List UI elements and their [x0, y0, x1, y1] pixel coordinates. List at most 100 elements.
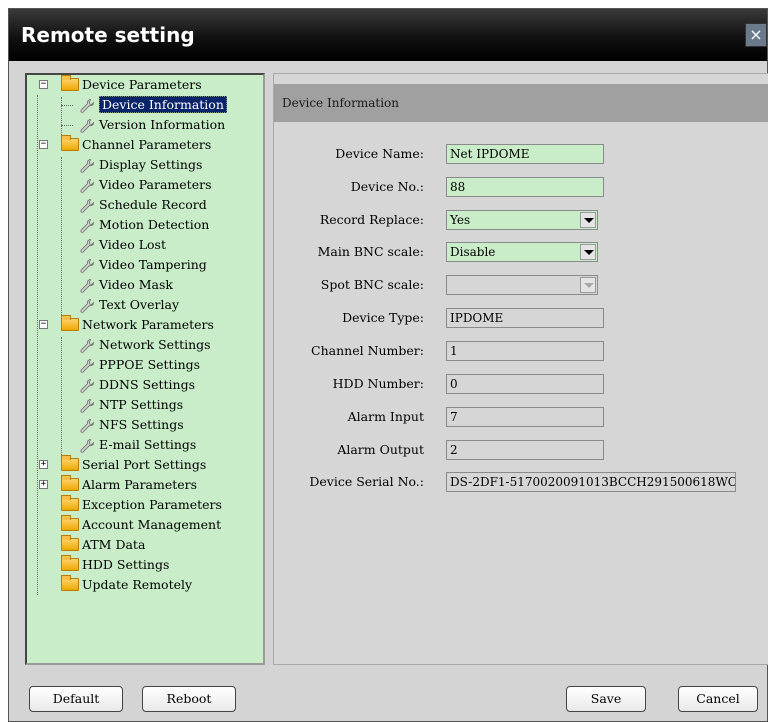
tree-item-device-parameters[interactable]: − Device Parameters	[39, 75, 202, 95]
tree-item-label: ATM Data	[82, 537, 146, 552]
tree-item-label: PPPOE Settings	[99, 357, 201, 372]
tree-item-atm-data[interactable]: ATM Data	[61, 535, 145, 555]
section-header: Device Information	[274, 84, 768, 122]
record-replace-value: Yes	[450, 213, 471, 227]
tree-item-version-information[interactable]: Version Information	[79, 115, 225, 135]
tree-item-label: Device Information	[99, 96, 227, 113]
tree-item-label: Network Settings	[99, 337, 211, 352]
device-no-field[interactable]: 88	[446, 177, 604, 197]
alarm-input-field: 7	[446, 407, 604, 427]
chevron-down-icon[interactable]	[580, 244, 596, 260]
tree-item-video-mask[interactable]: Video Mask	[79, 275, 173, 295]
tree-item-label: Motion Detection	[99, 217, 210, 232]
collapse-icon[interactable]: −	[39, 80, 48, 89]
cancel-button[interactable]: Cancel	[678, 686, 758, 712]
spot-bnc-scale-select	[446, 275, 598, 295]
tree-item-label: Alarm Parameters	[82, 477, 198, 492]
expand-icon[interactable]: +	[39, 460, 48, 469]
wrench-icon	[79, 98, 95, 114]
collapse-icon[interactable]: −	[39, 320, 48, 329]
spot-bnc-scale-label: Spot BNC scale:	[320, 277, 424, 292]
close-button[interactable]: ×	[745, 23, 767, 47]
expand-icon[interactable]: +	[39, 480, 48, 489]
tree-item-label: NTP Settings	[99, 397, 184, 412]
tree-item-account-management[interactable]: Account Management	[61, 515, 221, 535]
folder-icon	[61, 575, 79, 591]
tree-item-label: Serial Port Settings	[82, 457, 207, 472]
wrench-icon	[79, 258, 95, 274]
tree-item-motion-detection[interactable]: Motion Detection	[79, 215, 209, 235]
folder-icon	[61, 135, 79, 151]
title-bar[interactable]: Remote setting ×	[9, 9, 767, 61]
tree-item-network-settings[interactable]: Network Settings	[79, 335, 211, 355]
hdd-number-field: 0	[446, 374, 604, 394]
tree-item-email-settings[interactable]: E-mail Settings	[79, 435, 196, 455]
tree-item-label: Text Overlay	[99, 297, 180, 312]
folder-icon	[61, 315, 79, 331]
tree-item-label: Account Management	[82, 517, 222, 532]
wrench-icon	[79, 378, 95, 394]
tree-item-ddns-settings[interactable]: DDNS Settings	[79, 375, 195, 395]
settings-tree[interactable]: − Device Parameters Device Information V…	[25, 73, 265, 665]
tree-item-serial-port-settings[interactable]: + Serial Port Settings	[39, 455, 207, 475]
device-serial-no-field: DS-2DF1-5170020091013BCCH291500618WC	[446, 472, 736, 492]
tree-item-display-settings[interactable]: Display Settings	[79, 155, 202, 175]
tree-item-hdd-settings[interactable]: HDD Settings	[61, 555, 169, 575]
tree-item-label: Exception Parameters	[82, 497, 222, 512]
tree-item-nfs-settings[interactable]: NFS Settings	[79, 415, 184, 435]
device-type-label: Device Type:	[342, 310, 424, 325]
tree-item-text-overlay[interactable]: Text Overlay	[79, 295, 179, 315]
tree-item-ntp-settings[interactable]: NTP Settings	[79, 395, 183, 415]
wrench-icon	[79, 298, 95, 314]
tree-item-video-tampering[interactable]: Video Tampering	[79, 255, 207, 275]
tree-item-label: Network Parameters	[82, 317, 214, 332]
tree-item-label: Video Mask	[99, 277, 173, 292]
wrench-icon	[79, 178, 95, 194]
tree-item-video-lost[interactable]: Video Lost	[79, 235, 166, 255]
wrench-icon	[79, 118, 95, 134]
wrench-icon	[79, 158, 95, 174]
folder-icon	[61, 555, 79, 571]
main-bnc-scale-select[interactable]: Disable	[446, 242, 598, 262]
device-name-field[interactable]: Net IPDOME	[446, 144, 604, 164]
tree-item-alarm-parameters[interactable]: + Alarm Parameters	[39, 475, 198, 495]
default-button[interactable]: Default	[29, 686, 123, 712]
channel-number-field: 1	[446, 341, 604, 361]
wrench-icon	[79, 198, 95, 214]
hdd-number-label: HDD Number:	[332, 376, 424, 391]
tree-item-channel-parameters[interactable]: − Channel Parameters	[39, 135, 211, 155]
tree-item-exception-parameters[interactable]: Exception Parameters	[61, 495, 222, 515]
alarm-input-label: Alarm Input	[347, 409, 424, 424]
record-replace-label: Record Replace:	[319, 212, 424, 227]
tree-item-video-parameters[interactable]: Video Parameters	[79, 175, 212, 195]
alarm-output-field: 2	[446, 440, 604, 460]
wrench-icon	[79, 398, 95, 414]
tree-item-device-information[interactable]: Device Information	[79, 95, 227, 115]
tree-item-schedule-record[interactable]: Schedule Record	[79, 195, 207, 215]
record-replace-select[interactable]: Yes	[446, 210, 598, 230]
tree-item-label: HDD Settings	[82, 557, 170, 572]
wrench-icon	[79, 418, 95, 434]
wrench-icon	[79, 218, 95, 234]
device-no-label: Device No.:	[350, 179, 424, 194]
save-button[interactable]: Save	[566, 686, 646, 712]
folder-icon	[61, 475, 79, 491]
wrench-icon	[79, 238, 95, 254]
folder-icon	[61, 515, 79, 531]
collapse-icon[interactable]: −	[39, 140, 48, 149]
device-type-field: IPDOME	[446, 308, 604, 328]
tree-item-update-remotely[interactable]: Update Remotely	[61, 575, 192, 595]
tree-item-label: DDNS Settings	[99, 377, 195, 392]
tree-item-label: Video Tampering	[99, 257, 207, 272]
main-bnc-scale-label: Main BNC scale:	[317, 244, 424, 259]
chevron-down-icon[interactable]	[580, 212, 596, 228]
tree-item-label: Version Information	[99, 117, 226, 132]
reboot-button[interactable]: Reboot	[142, 686, 236, 712]
device-serial-no-label: Device Serial No.:	[309, 474, 424, 489]
tree-item-network-parameters[interactable]: − Network Parameters	[39, 315, 214, 335]
folder-icon	[61, 495, 79, 511]
tree-item-label: E-mail Settings	[99, 437, 197, 452]
tree-item-pppoe-settings[interactable]: PPPOE Settings	[79, 355, 200, 375]
wrench-icon	[79, 438, 95, 454]
remote-setting-window: Remote setting × − Device Parameters Dev…	[8, 8, 768, 722]
